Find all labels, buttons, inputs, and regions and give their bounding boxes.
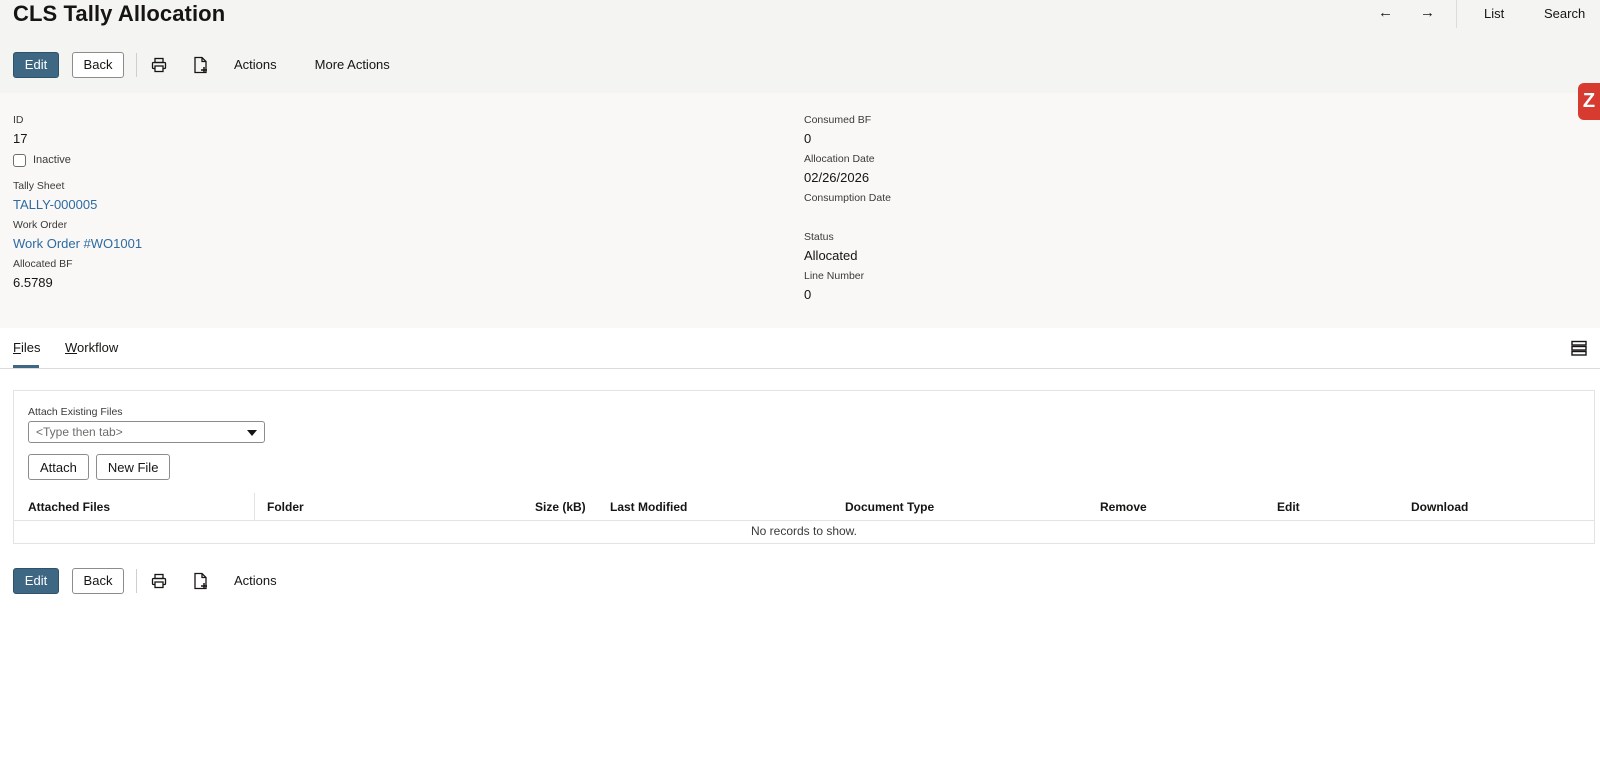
empty-table-message: No records to show. [750, 524, 858, 538]
attach-select-placeholder: <Type then tab> [36, 425, 123, 439]
column-header-download[interactable]: Download [1411, 500, 1468, 514]
top-nav-divider [1456, 0, 1457, 28]
line-number-value: 0 [804, 287, 812, 302]
previous-record-arrow-icon[interactable]: ← [1378, 4, 1393, 21]
files-panel: Attach Existing Files <Type then tab> At… [13, 390, 1595, 544]
column-header-remove[interactable]: Remove [1100, 500, 1147, 514]
status-value: Allocated [804, 248, 858, 263]
toolbar-divider [136, 568, 137, 593]
column-header-last-modified[interactable]: Last Modified [610, 500, 687, 514]
allocated-bf-label: Allocated BF [13, 258, 73, 270]
new-document-icon[interactable] [191, 55, 211, 75]
consumption-date-label: Consumption Date [804, 192, 891, 204]
status-label: Status [804, 231, 834, 243]
printer-icon[interactable] [149, 55, 169, 75]
back-button[interactable]: Back [72, 51, 124, 78]
attach-existing-files-label: Attach Existing Files [28, 406, 123, 418]
allocation-date-value: 02/26/2026 [804, 170, 870, 185]
subtab-bar: Files Workflow [0, 328, 1600, 369]
record-toolbar-bottom: Edit Back Actions [13, 567, 277, 594]
line-number-label: Line Number [804, 270, 865, 282]
record-fields-section [0, 93, 1600, 328]
chevron-down-icon[interactable] [247, 430, 257, 436]
tally-sheet-link[interactable]: TALLY-000005 [13, 197, 97, 212]
actions-menu-bottom[interactable]: Actions [234, 573, 277, 588]
work-order-label: Work Order [13, 219, 68, 231]
files-button-row: Attach New File [28, 454, 171, 480]
column-divider [254, 493, 255, 521]
search-link[interactable]: Search [1544, 6, 1585, 21]
tab-files-accesskey: F [13, 340, 21, 355]
back-button-bottom[interactable]: Back [72, 567, 124, 594]
tab-workflow[interactable]: Workflow [65, 340, 118, 355]
work-order-link[interactable]: Work Order #WO1001 [13, 236, 142, 251]
tab-workflow-label: orkflow [77, 340, 119, 355]
page-header [0, 0, 1600, 93]
column-header-attached-files[interactable]: Attached Files [28, 500, 110, 514]
column-header-size[interactable]: Size (kB) [535, 500, 586, 514]
inactive-checkbox[interactable] [13, 154, 26, 167]
files-table-header: Attached Files Folder Size (kB) Last Mod… [14, 493, 1594, 521]
record-toolbar-top: Edit Back Actions More Actions [13, 51, 390, 78]
consumed-bf-label: Consumed BF [804, 114, 872, 126]
next-record-arrow-icon[interactable]: → [1420, 4, 1435, 21]
more-actions-menu[interactable]: More Actions [315, 57, 390, 72]
actions-menu[interactable]: Actions [234, 57, 277, 72]
allocation-date-label: Allocation Date [804, 153, 875, 165]
consumed-bf-value: 0 [804, 131, 812, 146]
list-link[interactable]: List [1484, 6, 1504, 21]
tally-sheet-label: Tally Sheet [13, 180, 65, 192]
inactive-label: Inactive [33, 154, 71, 166]
zendesk-widget-icon[interactable]: Z [1578, 83, 1600, 120]
tab-files-label: iles [20, 340, 41, 355]
tab-files[interactable]: Files [13, 340, 40, 355]
id-label: ID [13, 114, 24, 126]
tab-workflow-accesskey: W [65, 340, 78, 355]
column-header-folder[interactable]: Folder [267, 500, 304, 514]
attach-existing-files-select[interactable]: <Type then tab> [28, 421, 265, 443]
printer-icon[interactable] [149, 571, 169, 591]
subtab-layout-icon[interactable] [1571, 340, 1587, 356]
page-title: CLS Tally Allocation [13, 1, 226, 26]
new-file-button[interactable]: New File [95, 454, 171, 480]
column-header-edit[interactable]: Edit [1277, 500, 1300, 514]
column-header-document-type[interactable]: Document Type [845, 500, 934, 514]
new-document-icon[interactable] [191, 571, 211, 591]
active-tab-indicator [13, 365, 39, 368]
allocated-bf-value: 6.5789 [13, 275, 53, 290]
edit-button[interactable]: Edit [13, 51, 59, 78]
toolbar-divider [136, 52, 137, 77]
id-value: 17 [13, 131, 28, 146]
edit-button-bottom[interactable]: Edit [13, 567, 59, 594]
attach-button[interactable]: Attach [28, 454, 89, 480]
